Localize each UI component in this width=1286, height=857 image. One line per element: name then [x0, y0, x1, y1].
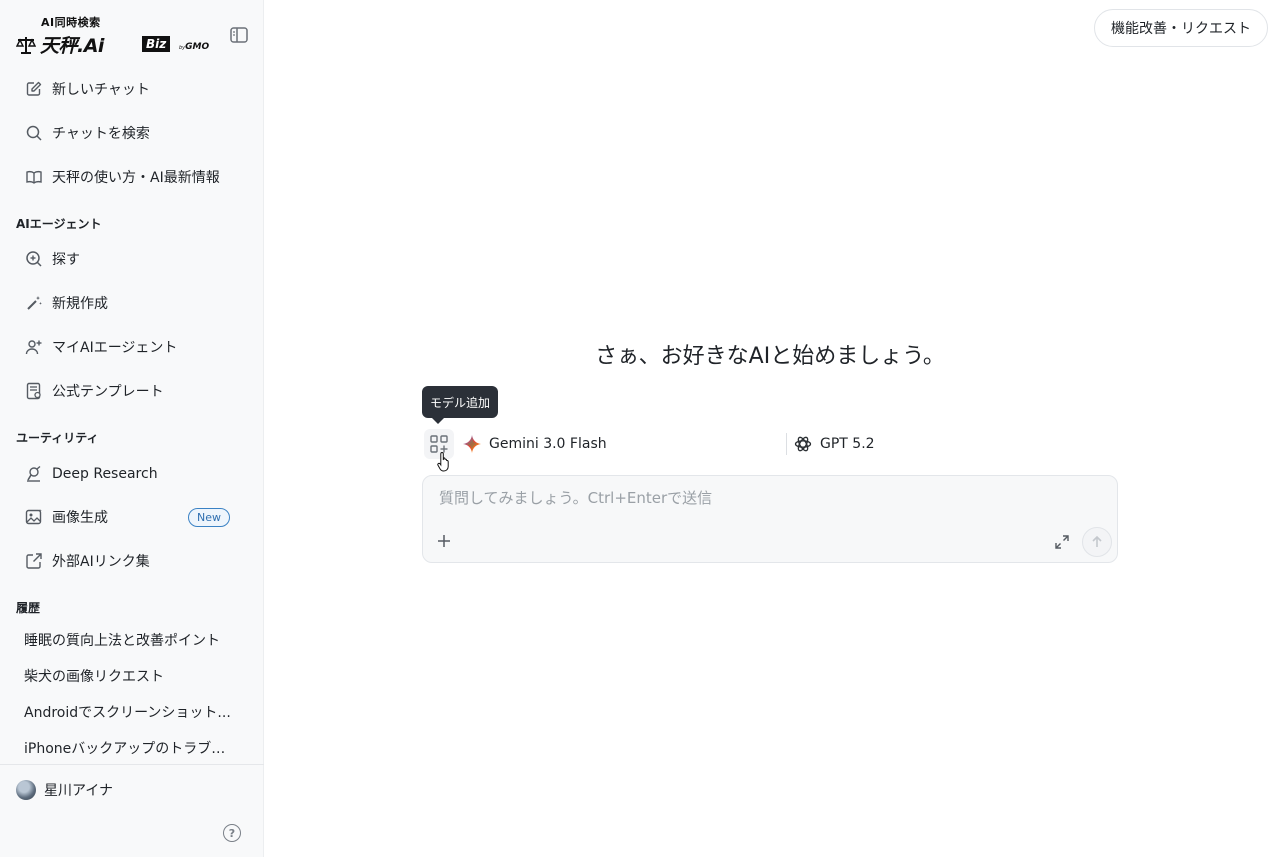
- openai-icon: [794, 435, 812, 453]
- chat-composer: [422, 475, 1118, 563]
- attach-button[interactable]: [435, 532, 453, 550]
- hand-cursor-icon: [437, 451, 449, 472]
- sidebar-item-label: マイAIエージェント: [52, 340, 178, 356]
- sidebar-item-label: 画像生成: [52, 510, 108, 526]
- logo-name: 天秤.Ai: [40, 35, 104, 57]
- model-divider: [786, 433, 787, 455]
- sidebar-item-label: 新規作成: [52, 296, 108, 312]
- image-icon: [24, 507, 44, 527]
- sidebar-item-search-chat[interactable]: チャットを検索: [16, 115, 248, 151]
- sidebar-item-label: 探す: [52, 252, 80, 268]
- sidebar-item-create[interactable]: 新規作成: [16, 285, 248, 321]
- sidebar-item-deep-research[interactable]: Deep Research: [16, 456, 248, 492]
- plus-icon: [438, 535, 450, 547]
- sidebar-item-templates[interactable]: 公式テンプレート: [16, 373, 248, 409]
- sidebar-item-new-chat[interactable]: 新しいチャット: [16, 71, 248, 107]
- send-button[interactable]: [1082, 527, 1112, 557]
- logo-tagline: AI同時検索: [41, 16, 101, 29]
- user-plus-icon: [24, 337, 44, 357]
- history-item[interactable]: iPhoneバックアップのトラブル...: [24, 738, 238, 758]
- history-item[interactable]: Androidでスクリーンショット...: [24, 702, 238, 722]
- research-icon: [24, 464, 44, 484]
- help-button[interactable]: ?: [223, 824, 241, 842]
- external-link-icon: [24, 551, 44, 571]
- sidebar-item-image-gen[interactable]: 画像生成 New: [16, 499, 248, 535]
- sidebar-item-my-agents[interactable]: マイAIエージェント: [16, 329, 248, 365]
- gemini-icon: [463, 435, 481, 453]
- user-menu[interactable]: 星川アイナ: [16, 780, 113, 800]
- zoom-plus-icon: [24, 249, 44, 269]
- expand-icon: [1055, 535, 1069, 549]
- sidebar-item-label: Deep Research: [52, 466, 158, 482]
- section-label-agents: AIエージェント: [16, 217, 102, 231]
- avatar: [16, 780, 36, 800]
- logo-maker-text: GMO: [185, 42, 210, 52]
- expand-button[interactable]: [1053, 533, 1071, 551]
- sidebar: AI同時検索 天秤.Ai Biz byGMO 新しいチャット チャットを検索 天…: [0, 0, 264, 857]
- section-label-utility: ユーティリティ: [16, 431, 99, 445]
- sidebar-panel-icon: [230, 27, 248, 43]
- page-title: さぁ、お好きなAIと始めましょう。: [595, 344, 945, 369]
- scale-icon: [16, 37, 36, 54]
- sidebar-item-label: チャットを検索: [52, 126, 150, 142]
- section-label-history: 履歴: [16, 601, 41, 615]
- edit-icon: [24, 79, 44, 99]
- wand-icon: [24, 293, 44, 313]
- model-name: GPT 5.2: [820, 436, 875, 452]
- arrow-up-icon: [1092, 535, 1102, 547]
- sidebar-item-label: 天秤の使い方・AI最新情報: [52, 170, 220, 186]
- template-icon: [24, 381, 44, 401]
- logo-maker: byGMO: [179, 42, 209, 52]
- user-name: 星川アイナ: [44, 783, 114, 799]
- search-icon: [24, 123, 44, 143]
- logo-edition: Biz: [142, 36, 171, 52]
- new-badge: New: [188, 507, 230, 527]
- feedback-request-button[interactable]: 機能改善・リクエスト: [1094, 9, 1268, 47]
- sidebar-item-explore[interactable]: 探す: [16, 241, 248, 277]
- chat-input[interactable]: [439, 486, 1079, 510]
- sidebar-divider: [0, 764, 264, 765]
- sidebar-item-label: 新しいチャット: [52, 82, 150, 98]
- model-name: Gemini 3.0 Flash: [489, 436, 607, 452]
- history-item[interactable]: 睡眠の質向上法と改善ポイント: [24, 630, 238, 650]
- sidebar-item-label: 外部AIリンク集: [52, 554, 150, 570]
- model-selector-gemini[interactable]: Gemini 3.0 Flash: [463, 433, 607, 455]
- sidebar-toggle-button[interactable]: [229, 26, 249, 44]
- book-icon: [24, 167, 44, 187]
- history-item[interactable]: 柴犬の画像リクエスト: [24, 666, 238, 686]
- sidebar-item-external-links[interactable]: 外部AIリンク集: [16, 543, 248, 579]
- help-icon: ?: [228, 826, 236, 840]
- sidebar-item-guide[interactable]: 天秤の使い方・AI最新情報: [16, 159, 248, 195]
- sidebar-item-label: 公式テンプレート: [52, 384, 164, 400]
- model-selector-gpt[interactable]: GPT 5.2: [794, 433, 875, 455]
- logo[interactable]: AI同時検索 天秤.Ai Biz byGMO: [16, 12, 226, 58]
- add-model-tooltip: モデル追加: [422, 386, 498, 424]
